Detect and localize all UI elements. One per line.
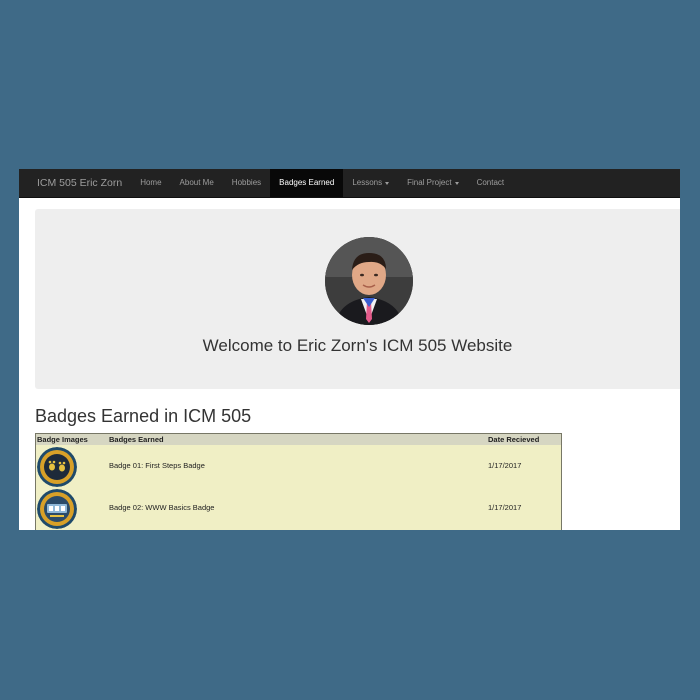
navbar: ICM 505 Eric Zorn Home About Me Hobbies …	[19, 169, 680, 198]
nav-item-label: Hobbies	[231, 178, 262, 187]
nav-item-label: About Me	[179, 178, 214, 187]
badge-name: Badge 01: First Steps Badge	[109, 461, 205, 470]
badge-name: Badge 02: WWW Basics Badge	[109, 503, 215, 512]
nav-item-label: Badges Earned	[279, 178, 335, 187]
nav-item-label: Contact	[476, 178, 505, 187]
person-portrait-icon	[325, 237, 413, 325]
nav-item-label: Final Project	[407, 178, 452, 187]
table-row: Badge 02: WWW Basics Badge 1/17/2017	[36, 487, 561, 529]
nav-item-contact[interactable]: Contact	[468, 169, 514, 197]
nav-item-label: Home	[140, 178, 162, 187]
nav-item-about-me[interactable]: About Me	[171, 169, 223, 197]
nav-item-home[interactable]: Home	[131, 169, 170, 197]
jumbotron: Welcome to Eric Zorn's ICM 505 Website	[35, 209, 680, 389]
nav-item-final-project-dropdown[interactable]: Final Project	[398, 169, 467, 197]
column-header-date-received: Date Recieved	[488, 435, 540, 444]
table-row: Badge 01: First Steps Badge 1/17/2017	[36, 445, 561, 487]
nav-item-hobbies[interactable]: Hobbies	[223, 169, 270, 197]
profile-photo	[325, 237, 413, 325]
badge-date: 1/17/2017	[488, 503, 522, 512]
website-screenshot: ICM 505 Eric Zorn Home About Me Hobbies …	[19, 169, 680, 530]
paw-prints-badge-icon	[37, 447, 77, 487]
badges-table: Badge Images Badges Earned Date Recieved	[35, 433, 562, 530]
column-header-badge-images: Badge Images	[37, 435, 88, 444]
nav-item-label: Lessons	[352, 178, 383, 187]
badge-date: 1/17/2017	[488, 461, 522, 470]
nav-item-badges-earned[interactable]: Badges Earned	[270, 169, 344, 197]
badges-heading: Badges Earned in ICM 505	[35, 406, 252, 426]
welcome-heading: Welcome to Eric Zorn's ICM 505 Website	[202, 336, 513, 355]
column-header-badges-earned: Badges Earned	[109, 435, 164, 444]
nav-item-lessons-dropdown[interactable]: Lessons	[343, 169, 398, 197]
table-header: Badge Images Badges Earned Date Recieved	[36, 434, 561, 445]
caret-down-icon	[385, 181, 390, 185]
navbar-brand[interactable]: ICM 505 Eric Zorn	[19, 169, 131, 197]
www-basics-badge-icon	[37, 489, 77, 529]
caret-down-icon	[454, 181, 459, 185]
